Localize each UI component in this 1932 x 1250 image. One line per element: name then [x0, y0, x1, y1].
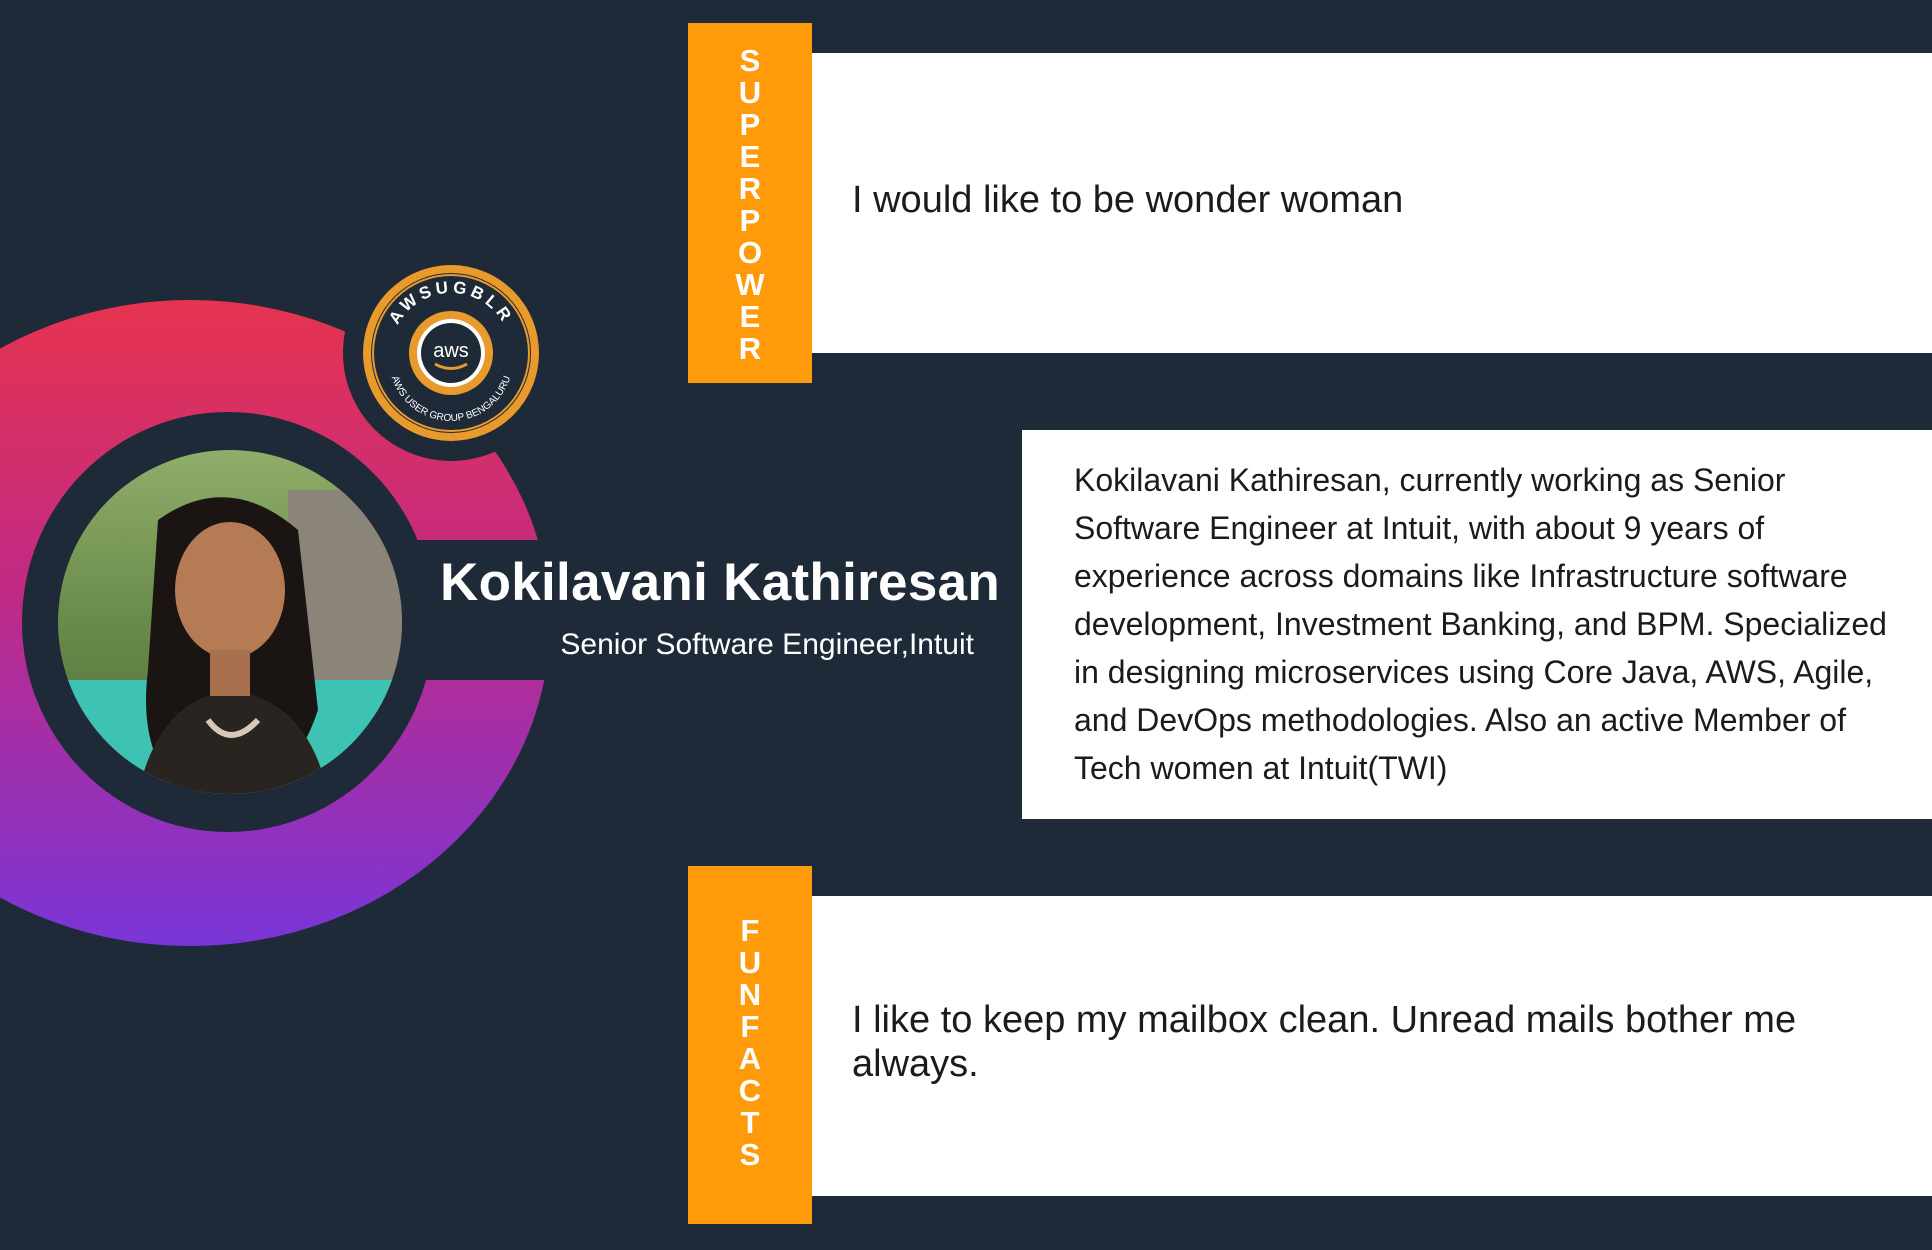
- aws-logo-text: aws: [433, 340, 469, 362]
- superpower-letter: E: [739, 299, 761, 334]
- funfacts-letter: U: [738, 945, 762, 980]
- superpower-letter: R: [738, 331, 762, 366]
- superpower-label: S U P E R P O W E R: [688, 23, 812, 383]
- superpower-letter: W: [735, 267, 765, 302]
- funfacts-letter: A: [738, 1041, 762, 1076]
- speaker-card: aws AWSUGBLR AWS USER GROUP BENGALURU Ko…: [0, 0, 1932, 1250]
- funfacts-letter: F: [740, 1009, 760, 1044]
- superpower-letter: E: [739, 139, 761, 174]
- superpower-letter: P: [739, 107, 761, 142]
- superpower-letter: U: [738, 75, 762, 110]
- superpower-letter: S: [739, 43, 761, 78]
- funfacts-letter: N: [738, 977, 762, 1012]
- aws-user-group-badge: aws AWSUGBLR AWS USER GROUP BENGALURU: [343, 245, 559, 461]
- bio-panel: Kokilavani Kathiresan, currently working…: [1022, 430, 1932, 819]
- funfacts-letter: F: [740, 913, 760, 948]
- superpower-letter: P: [739, 203, 761, 238]
- speaker-name: Kokilavani Kathiresan: [440, 553, 1001, 612]
- funfacts-text: I like to keep my mailbox clean. Unread …: [852, 999, 1797, 1085]
- funfacts-letter: S: [739, 1137, 761, 1172]
- funfacts-panel: I like to keep my mailbox clean. Unread …: [812, 896, 1932, 1196]
- superpower-text: I would like to be wonder woman: [852, 179, 1404, 221]
- superpower-panel: I would like to be wonder woman: [812, 53, 1932, 353]
- speaker-title: Senior Software Engineer,Intuit: [560, 628, 974, 661]
- funfacts-letter: T: [740, 1105, 760, 1140]
- speaker-photo: [58, 450, 402, 794]
- bio-text: Kokilavani Kathiresan, currently working…: [1074, 462, 1887, 786]
- funfacts-letter: C: [738, 1073, 762, 1108]
- superpower-letter: R: [738, 171, 762, 206]
- funfacts-label: F U N F A C T S: [688, 866, 812, 1224]
- superpower-letter: O: [737, 235, 763, 270]
